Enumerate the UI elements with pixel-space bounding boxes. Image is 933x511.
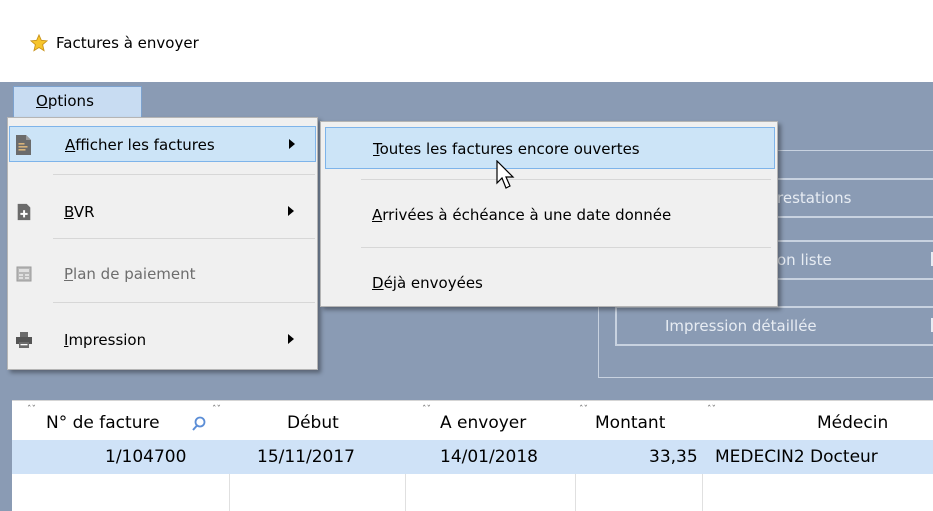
column-header-a-envoyer[interactable]: A envoyer: [440, 413, 526, 433]
sort-icon[interactable]: ˆˇ: [579, 405, 588, 415]
menu-item-bvr[interactable]: BVR: [9, 194, 316, 230]
options-menu: Afficher les factures BVR Plan de paieme…: [7, 117, 318, 370]
table-row-empty[interactable]: [12, 474, 933, 511]
search-icon[interactable]: [192, 416, 206, 432]
menu-options[interactable]: Options: [13, 86, 142, 118]
table-row[interactable]: 1/104700 15/11/2017 14/01/2018 33,35 MED…: [12, 440, 933, 474]
submenu-item-deja-envoyees[interactable]: Déjà envoyées: [325, 262, 775, 304]
menu-item-afficher-factures[interactable]: Afficher les factures: [9, 126, 316, 162]
cell-montant: 33,35: [649, 447, 698, 467]
column-header-montant[interactable]: Montant: [595, 413, 665, 433]
invoice-icon: [16, 135, 31, 155]
afficher-factures-submenu: Toutes les factures encore ouvertes Arri…: [320, 121, 778, 307]
impression-detaillee-button[interactable]: Impression détaillée: [615, 306, 933, 346]
column-header-medecin[interactable]: Médecin: [817, 413, 888, 433]
sort-icon[interactable]: ˆˇ: [422, 405, 431, 415]
submenu-arrow-icon: [288, 334, 294, 344]
cell-numero: 1/104700: [105, 447, 187, 467]
submenu-arrow-icon: [288, 206, 294, 216]
menu-item-impression[interactable]: Impression: [9, 322, 316, 358]
submenu-arrow-icon: [289, 139, 295, 149]
grid-header: ˆˇ N° de facture ˆˇ Début ˆˇ A envoyer ˆ…: [12, 400, 933, 440]
window-title: Factures à envoyer: [56, 34, 199, 52]
title-bar: Factures à envoyer: [0, 0, 933, 82]
calculator-icon: [16, 266, 32, 282]
submenu-item-echeance-date[interactable]: Arrivées à échéance à une date donnée: [325, 194, 775, 236]
column-header-debut[interactable]: Début: [287, 413, 339, 433]
column-header-numero[interactable]: N° de facture: [46, 413, 160, 433]
add-document-icon: [17, 203, 31, 221]
cell-a-envoyer: 14/01/2018: [440, 447, 538, 467]
submenu-item-toutes-ouvertes[interactable]: Toutes les factures encore ouvertes: [325, 127, 775, 169]
printer-icon: [16, 332, 32, 348]
cell-medecin: MEDECIN2 Docteur: [715, 447, 878, 467]
sort-icon[interactable]: ˆˇ: [212, 405, 221, 415]
menu-item-plan-paiement[interactable]: Plan de paiement: [9, 256, 316, 292]
star-icon: [30, 34, 48, 52]
sort-icon[interactable]: ˆˇ: [707, 405, 716, 415]
mouse-cursor-icon: [496, 160, 515, 189]
cell-debut: 15/11/2017: [257, 447, 355, 467]
sort-icon[interactable]: ˆˇ: [27, 405, 36, 415]
